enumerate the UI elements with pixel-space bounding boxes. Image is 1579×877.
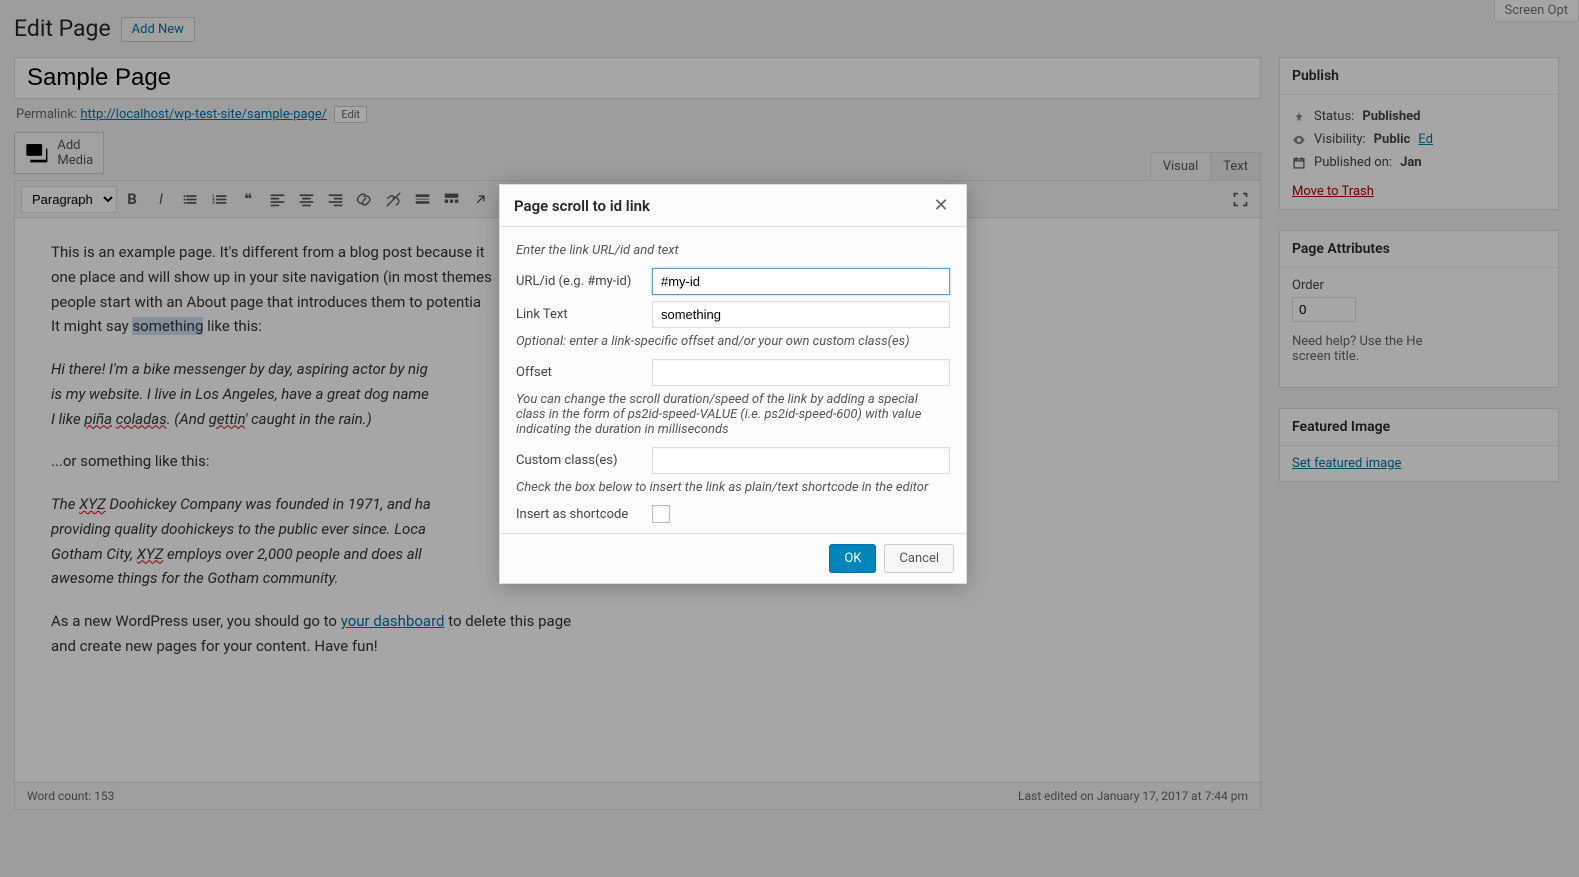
modal-hint: Check the box below to insert the link a… [516,480,950,495]
link-text-input[interactable] [652,301,950,328]
url-label: URL/id (e.g. #my-id) [516,274,644,289]
modal-title: Page scroll to id link [514,197,930,215]
shortcode-checkbox[interactable] [652,505,670,523]
link-text-label: Link Text [516,307,644,322]
url-input[interactable] [652,268,950,295]
custom-class-input[interactable] [652,447,950,474]
modal-close-button[interactable]: ✕ [930,195,952,216]
offset-label: Offset [516,365,644,380]
offset-input[interactable] [652,359,950,386]
modal-hint: Optional: enter a link-specific offset a… [516,334,950,349]
ps2id-link-modal: Page scroll to id link ✕ Enter the link … [499,184,967,584]
ok-button[interactable]: OK [829,544,876,573]
custom-class-label: Custom class(es) [516,453,644,468]
modal-hint: Enter the link URL/id and text [516,243,950,258]
shortcode-label: Insert as shortcode [516,507,644,522]
cancel-button[interactable]: Cancel [884,544,954,573]
modal-hint: You can change the scroll duration/speed… [516,392,950,437]
